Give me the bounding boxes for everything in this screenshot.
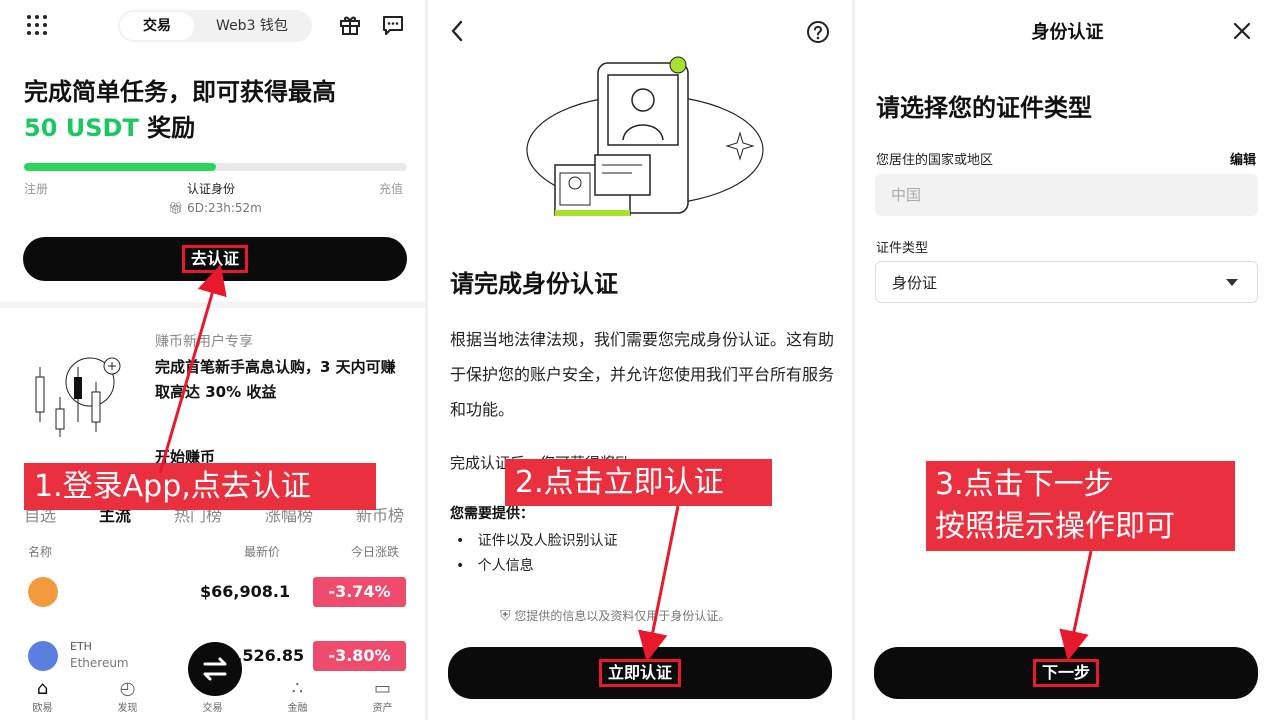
gift-icon[interactable] xyxy=(339,14,361,36)
list-item-text: 证件以及人脸识别认证 xyxy=(477,533,618,549)
compass-icon: ◴ xyxy=(119,678,136,699)
gift-small-icon: 🎁︎ xyxy=(168,201,184,215)
btc-coin-icon xyxy=(28,577,58,607)
nav-discover[interactable]: ◴ 发现 xyxy=(98,678,158,714)
page-title: 身份认证 xyxy=(1031,22,1104,43)
close-icon[interactable] xyxy=(1231,20,1253,42)
step-verify: 认证身份 xyxy=(187,182,236,196)
task-headline: 完成简单任务，即可获得最高 50 USDT 奖励 xyxy=(24,74,404,146)
menu-grid-icon[interactable] xyxy=(27,15,47,35)
document-type-heading: 请选择您的证件类型 xyxy=(876,94,1092,122)
list-item: • 个人信息 xyxy=(456,558,534,574)
callout-line-2: 按照提示操作即可 xyxy=(935,509,1175,544)
wallet-icon: ▭ xyxy=(373,678,391,699)
row-fullname: Ethereum xyxy=(70,656,129,670)
callout-line-1: 3.点击下一步 xyxy=(935,467,1114,502)
id-verification-illustration-icon xyxy=(526,56,764,216)
candlestick-illustration-icon xyxy=(35,357,121,437)
shield-icon: ⛨ xyxy=(500,608,511,624)
nav-discover-label: 发现 xyxy=(117,703,138,714)
instruction-callout-2: 2.点击立即认证 xyxy=(505,459,772,506)
column-name: 名称 xyxy=(28,545,53,559)
verify-label: 去认证 xyxy=(181,245,248,273)
message-icon[interactable] xyxy=(382,14,404,36)
verify-intro-screen: 请完成身份认证 根据当地法律法规，我们需要您完成身份认证。这有助于保护您的账户安… xyxy=(428,0,852,720)
nav-assets[interactable]: ▭ 资产 xyxy=(353,678,413,714)
headline-line1: 完成简单任务，即可获得最高 xyxy=(24,78,336,106)
progress-fill xyxy=(24,163,216,171)
next-step-label: 下一步 xyxy=(1032,659,1099,687)
reward-amount: 50 USDT xyxy=(24,114,139,142)
mode-switch: 交易 Web3 钱包 xyxy=(118,10,312,42)
verify-now-button[interactable]: 立即认证 xyxy=(448,647,832,699)
nav-finance-label: 金融 xyxy=(287,703,308,714)
verify-explanation: 根据当地法律法规，我们需要您完成身份认证。这有助于保护您的账户安全，并允许您使用… xyxy=(450,330,835,419)
reward-suffix: 奖励 xyxy=(138,114,196,142)
list-item: • 证件以及人脸识别认证 xyxy=(456,533,618,549)
row-symbol: ETH xyxy=(70,640,92,653)
swap-button[interactable] xyxy=(188,642,242,696)
list-item-text: 个人信息 xyxy=(477,558,534,574)
document-type-screen: 身份认证 请选择您的证件类型 您居住的国家或地区 编辑 中国 证件类型 身份证 … xyxy=(855,0,1280,720)
task-progress-bar xyxy=(24,163,407,171)
privacy-text: 您提供的信息以及资料仅用于身份认证。 xyxy=(514,609,731,623)
chevron-down-icon xyxy=(1226,279,1238,286)
privacy-note: ⛨ 您提供的信息以及资料仅用于身份认证。 xyxy=(500,607,730,624)
countdown-value: 6D:23h:52m xyxy=(187,201,262,215)
home-icon: ⌂ xyxy=(36,678,49,699)
home-screen: 交易 Web3 钱包 完成简单任务，即可获得最高 50 USDT 奖励 注册 认… xyxy=(0,0,425,720)
tab-exchange[interactable]: 交易 xyxy=(120,12,194,40)
edit-country-link[interactable]: 编辑 xyxy=(1230,149,1256,168)
document-type-value: 身份证 xyxy=(892,274,938,292)
promo-title: 赚币新用户专享 xyxy=(155,334,253,350)
row-change: -3.74% xyxy=(313,577,406,607)
country-label: 您居住的国家或地区 xyxy=(876,153,994,168)
countdown-timer: 🎁︎ 6D:23h:52m xyxy=(168,201,262,215)
instruction-callout-3: 3.点击下一步 按照提示操作即可 xyxy=(926,461,1235,551)
nav-home[interactable]: ⌂ 欧易 xyxy=(13,678,73,714)
step-register: 注册 xyxy=(24,182,49,196)
table-row[interactable]: $66,908.1 -3.74% xyxy=(0,570,425,615)
column-price: 最新价 xyxy=(244,545,281,559)
column-change: 今日涨跌 xyxy=(351,545,400,559)
finance-icon: ∴ xyxy=(291,678,304,699)
page-title: 请完成身份认证 xyxy=(450,270,618,298)
next-step-button[interactable]: 下一步 xyxy=(874,647,1258,699)
requirements-heading: 您需要提供： xyxy=(450,506,534,522)
row-change: -3.80% xyxy=(313,641,406,671)
verify-button[interactable]: 去认证 xyxy=(23,237,407,281)
step-deposit: 充值 xyxy=(379,182,404,196)
document-type-label: 证件类型 xyxy=(876,241,929,256)
back-arrow-icon[interactable] xyxy=(447,19,467,43)
document-type-select[interactable]: 身份证 xyxy=(875,261,1258,303)
help-icon[interactable] xyxy=(806,20,830,44)
nav-finance[interactable]: ∴ 金融 xyxy=(268,678,328,714)
country-field: 中国 xyxy=(875,174,1258,216)
verify-now-label: 立即认证 xyxy=(598,659,681,687)
swap-arrows-icon xyxy=(203,657,227,681)
instruction-callout-1: 1.登录App,点去认证 xyxy=(24,463,376,510)
nav-home-label: 欧易 xyxy=(32,703,53,714)
promo-description: 完成首笔新手高息认购，3 天内可赚取高达 30% 收益 xyxy=(155,358,396,401)
nav-assets-label: 资产 xyxy=(372,703,393,714)
eth-coin-icon xyxy=(28,641,58,671)
row-price: $66,908.1 xyxy=(200,582,291,601)
nav-trade-label: 交易 xyxy=(202,703,223,714)
section-divider xyxy=(0,302,425,308)
tab-web3-wallet[interactable]: Web3 钱包 xyxy=(194,12,310,40)
